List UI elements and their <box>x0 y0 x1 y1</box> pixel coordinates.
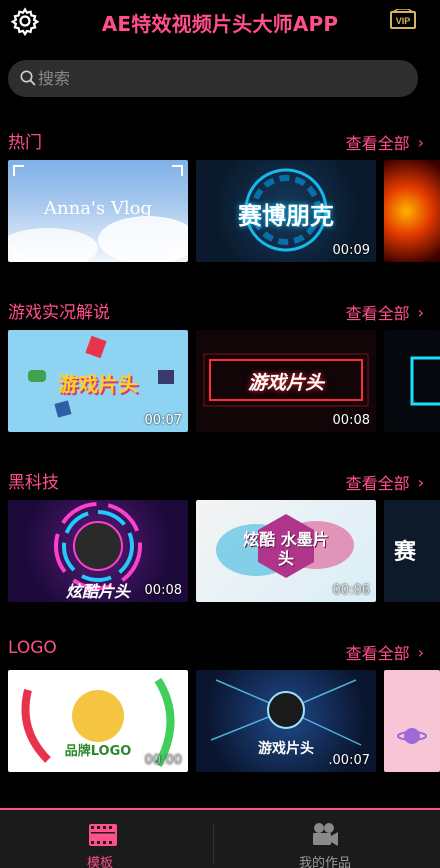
template-row: 游戏片头 00:07 游戏片头 00:08 <box>0 330 440 432</box>
section-black-tech: 黑科技 查看全部 › 炫酷片头 00:08 炫酷 水墨片头 00:06 赛 <box>0 468 440 618</box>
chevron-right-icon: › <box>417 132 424 152</box>
duration-label: 00:08 <box>144 583 182 598</box>
section-title: LOGO <box>8 638 57 658</box>
section-title: 游戏实况解说 <box>8 303 110 323</box>
template-card[interactable]: 品牌LOGO 00:00 <box>8 670 188 772</box>
section-hot: 热门 查看全部 › Anna's Vlog 赛博朋克 00:09 <box>0 128 440 278</box>
card-title: 赛博朋克 <box>238 202 334 230</box>
template-card[interactable]: 赛博朋克 00:09 <box>196 160 376 262</box>
film-icon <box>89 824 117 846</box>
view-all-label: 查看全部 <box>345 474 410 493</box>
section-title: 热门 <box>8 133 42 153</box>
bottom-nav: 模板 我的作品 <box>0 808 440 868</box>
view-all-link[interactable]: 查看全部 › <box>346 470 424 494</box>
search-icon <box>20 70 36 86</box>
template-row: Anna's Vlog 赛博朋克 00:09 <box>0 160 440 262</box>
template-card[interactable] <box>384 670 440 772</box>
section-game-commentary: 游戏实况解说 查看全部 › 游戏片头 00:07 游戏片头 00:08 <box>0 298 440 448</box>
template-card[interactable]: 炫酷片头 00:08 <box>8 500 188 602</box>
section-logo: LOGO 查看全部 › 品牌LOGO 00:00 游戏片头 .00:07 <box>0 638 440 788</box>
view-all-link[interactable]: 查看全部 › <box>346 300 424 324</box>
template-card[interactable]: 赛 <box>384 500 440 602</box>
section-title: 黑科技 <box>8 473 59 493</box>
planet-graphic <box>397 728 427 744</box>
view-all-label: 查看全部 <box>345 644 410 663</box>
vip-badge-text: VIP <box>396 16 411 26</box>
nav-divider <box>213 824 214 864</box>
card-title: 炫酷 水墨片头 <box>243 530 329 568</box>
tab-my-works-label: 我的作品 <box>298 856 351 868</box>
template-card[interactable] <box>384 160 440 262</box>
template-card[interactable]: 游戏片头 00:07 <box>8 330 188 432</box>
duration-label: .00:07 <box>328 753 370 768</box>
template-card[interactable]: 游戏片头 .00:07 <box>196 670 376 772</box>
template-row: 品牌LOGO 00:00 游戏片头 .00:07 <box>0 670 440 772</box>
tab-templates-label: 模板 <box>86 856 113 868</box>
card-title: 游戏片头 <box>58 372 138 396</box>
view-all-label: 查看全部 <box>345 304 410 323</box>
duration-label: 00:00 <box>144 753 182 768</box>
template-card[interactable] <box>384 330 440 432</box>
top-bar: AE特效视频片头大师APP VIP <box>0 0 440 44</box>
chevron-right-icon: › <box>417 472 424 492</box>
template-card[interactable]: Anna's Vlog <box>8 160 188 262</box>
search-bar[interactable] <box>8 60 418 97</box>
tab-templates[interactable]: 模板 <box>0 810 200 868</box>
duration-label: 00:06 <box>332 583 370 598</box>
app-title: AE特效视频片头大师APP <box>101 12 339 36</box>
template-row: 炫酷片头 00:08 炫酷 水墨片头 00:06 赛 <box>0 500 440 602</box>
card-title: 赛 <box>394 540 417 565</box>
camera-icon <box>313 823 338 846</box>
template-card[interactable]: 炫酷 水墨片头 00:06 <box>196 500 376 602</box>
duration-label: 00:08 <box>332 413 370 428</box>
search-input[interactable] <box>38 60 398 97</box>
view-all-link[interactable]: 查看全部 › <box>346 130 424 154</box>
template-card[interactable]: 游戏片头 00:08 <box>196 330 376 432</box>
card-title: 游戏片头 <box>247 372 324 394</box>
view-all-link[interactable]: 查看全部 › <box>346 640 424 664</box>
duration-label: 00:09 <box>332 243 370 258</box>
view-all-label: 查看全部 <box>345 134 410 153</box>
neon-frame-graphic <box>410 356 440 406</box>
duration-label: 00:07 <box>144 413 182 428</box>
chevron-right-icon: › <box>417 302 424 322</box>
tab-my-works[interactable]: 我的作品 <box>225 810 425 868</box>
chevron-right-icon: › <box>417 642 424 662</box>
vip-badge-icon[interactable]: VIP <box>390 9 416 29</box>
card-title: Anna's Vlog <box>44 198 152 219</box>
